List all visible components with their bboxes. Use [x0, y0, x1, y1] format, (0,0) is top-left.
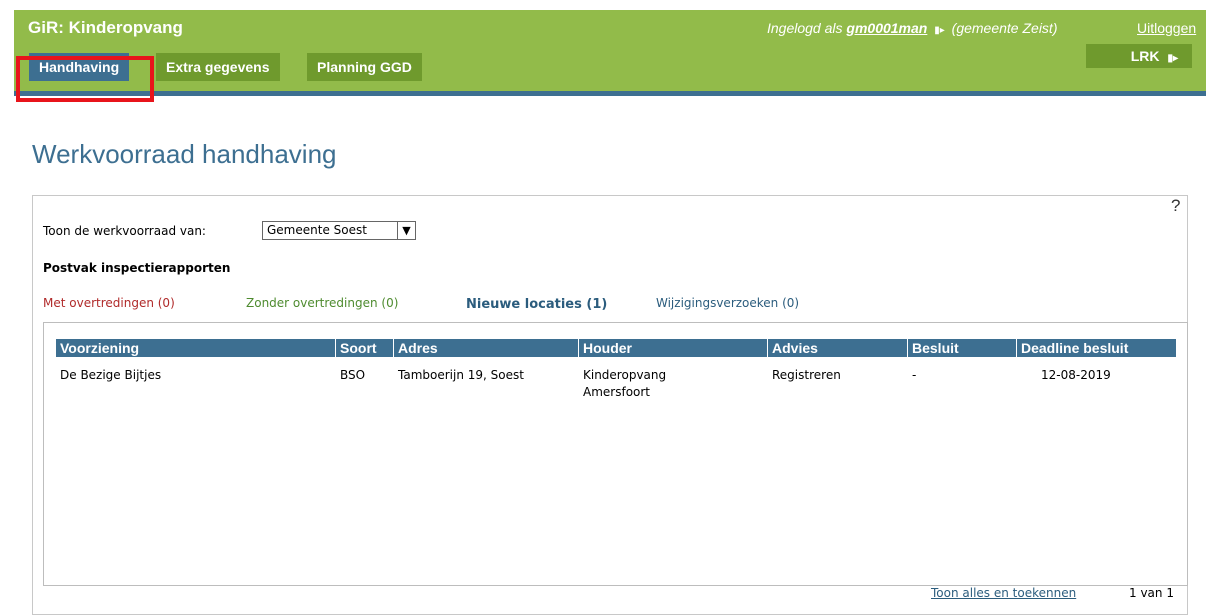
cell-adres: Tamboerijn 19, Soest	[398, 368, 524, 382]
app-title: GiR: Kinderopvang	[28, 18, 183, 37]
external-link-icon: ▮▸	[1167, 53, 1178, 64]
column-header-deadline-besluit[interactable]: Deadline besluit	[1017, 339, 1176, 357]
subtab-wijzigingsverzoeken[interactable]: Wijzigingsverzoeken (0)	[656, 296, 799, 310]
pager: 1 van 1	[1129, 586, 1174, 600]
cell-voorziening[interactable]: De Bezige Bijtjes	[60, 367, 161, 384]
cell-besluit: -	[912, 368, 917, 382]
subtab-zonder-overtredingen[interactable]: Zonder overtredingen (0)	[246, 296, 398, 310]
inbox-label: Postvak inspectierapporten	[43, 261, 231, 275]
tab-extra-gegevens[interactable]: Extra gegevens	[156, 53, 280, 81]
show-all-assign-link[interactable]: Toon alles en toekennen	[931, 586, 1076, 600]
cell-advies: Registreren	[772, 368, 841, 382]
page-title: Werkvoorraad handhaving	[32, 139, 337, 169]
tab-planning-ggd[interactable]: Planning GGD	[307, 53, 422, 81]
cell-deadline: 12-08-2019	[1041, 368, 1111, 382]
chevron-down-icon[interactable]: ▼	[397, 222, 415, 239]
lrk-label: LRK	[1130, 48, 1160, 64]
username-link[interactable]: gm0001man	[846, 20, 927, 36]
subtab-nieuwe-locaties[interactable]: Nieuwe locaties (1)	[466, 297, 607, 312]
column-header-voorziening[interactable]: Voorziening	[56, 339, 335, 357]
subtab-met-overtredingen[interactable]: Met overtredingen (0)	[43, 296, 175, 310]
cell-soort: BSO	[340, 368, 366, 382]
municipality-label: (gemeente Zeist)	[951, 20, 1058, 36]
municipality-select-value: Gemeente Soest	[267, 223, 367, 237]
table-panel	[43, 322, 1188, 586]
login-info: Ingelogd als gm0001man ▮▸ (gemeente Zeis…	[767, 20, 1057, 36]
highlight-box-tab	[16, 56, 154, 102]
column-header-advies[interactable]: Advies	[768, 339, 907, 357]
filter-label: Toon de werkvoorraad van:	[43, 224, 206, 238]
login-prefix: Ingelogd als	[767, 20, 843, 36]
column-header-soort[interactable]: Soort	[336, 339, 393, 357]
municipality-select[interactable]: Gemeente Soest ▼	[262, 221, 416, 240]
column-header-adres[interactable]: Adres	[394, 339, 578, 357]
logout-link[interactable]: Uitloggen	[1137, 20, 1196, 36]
help-icon[interactable]: ?	[1171, 196, 1180, 216]
header-divider	[14, 91, 1206, 96]
cell-houder-line2: Amersfoort	[583, 385, 651, 399]
external-link-icon: ▮▸	[934, 25, 945, 36]
column-header-houder[interactable]: Houder	[579, 339, 767, 357]
column-header-besluit[interactable]: Besluit	[908, 339, 1016, 357]
lrk-button[interactable]: LRK ▮▸	[1086, 44, 1192, 68]
cell-houder-line1: Kinderopvang	[583, 368, 667, 382]
